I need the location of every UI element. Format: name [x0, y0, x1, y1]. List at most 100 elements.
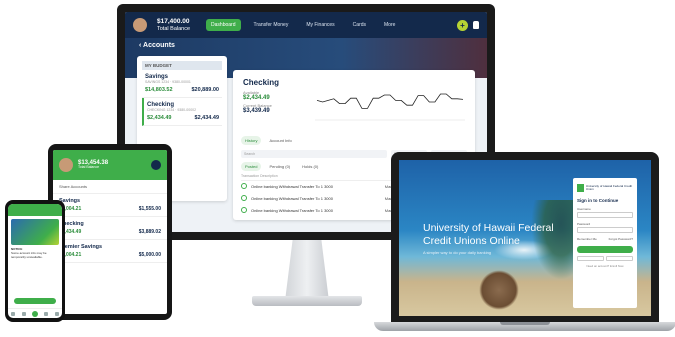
person-image — [479, 270, 519, 310]
secondary-button-left[interactable] — [577, 256, 604, 261]
list-item[interactable]: Premier Savings $5,004.21 $5,000.00 — [53, 240, 167, 263]
secondary-buttons — [577, 256, 633, 261]
username-label: Username — [577, 207, 591, 211]
col-description: Transaction Description — [241, 174, 278, 178]
balance-chart — [315, 93, 465, 121]
account-number: SAVINGS 1234 · 9380-00001 — [145, 80, 191, 84]
cards-icon[interactable] — [44, 311, 49, 316]
search-input[interactable]: Search — [241, 150, 387, 158]
nav-more[interactable]: More — [379, 19, 400, 31]
user-avatar[interactable] — [59, 158, 73, 172]
password-label: Password — [577, 222, 591, 226]
desktop-topbar: $17,400.00 Total Balance Dashboard Trans… — [125, 12, 487, 38]
login-form: University of Hawaii Federal Credit Unio… — [573, 178, 637, 308]
more-icon[interactable] — [54, 311, 59, 316]
account-name: Savings — [59, 198, 81, 204]
notice-text: Some account info may be temporarily una… — [11, 250, 47, 259]
transaction-icon — [241, 207, 247, 213]
debit-card-image[interactable] — [11, 219, 59, 245]
tab-account-info[interactable]: Account Info — [265, 136, 295, 145]
filter-posted[interactable]: Posted — [241, 162, 262, 171]
logo-mark-icon — [577, 184, 584, 192]
total-balance-amount: $17,400.00 — [157, 18, 190, 26]
remember-me-checkbox[interactable]: Remember Me — [577, 237, 597, 241]
account-current: $5,000.00 — [138, 252, 161, 258]
login-subline: A simpler way to do your daily banking — [423, 250, 492, 255]
transaction-icon — [241, 195, 247, 201]
list-item[interactable]: Savings $4,004.21 $1,555.00 — [53, 194, 167, 217]
transaction-desc: Online banking Withdrawal Transfer To 1 … — [251, 207, 333, 213]
account-name: Checking — [59, 221, 84, 227]
account-current: $2,434.49 — [194, 115, 219, 121]
checking-balances: Available $2,434.49 Current Balance $3,4… — [243, 90, 272, 116]
account-available: $2,434.49 — [147, 115, 172, 121]
account-checking[interactable]: Checking CHECKING 1234 · 9380-00002 $2,4… — [142, 98, 222, 126]
nav-dashboard[interactable]: Dashboard — [206, 19, 241, 31]
laptop-screen: University of Hawaii Federal Credit Unio… — [399, 160, 651, 316]
forgot-password-link[interactable]: Forgot Password? — [609, 237, 633, 241]
home-icon[interactable] — [11, 311, 16, 316]
password-field[interactable] — [577, 227, 633, 233]
nav-cards[interactable]: Cards — [348, 19, 371, 31]
detail-tabs: History Account Info — [241, 136, 296, 145]
checking-title: Checking — [243, 78, 280, 87]
login-options: Remember Me Forgot Password? — [577, 237, 633, 241]
main-nav: Dashboard Transfer Money My Finances Car… — [206, 19, 400, 31]
transaction-desc: Online banking Withdrawal Transfer To 1 … — [251, 183, 333, 189]
accounts-title: Accounts — [143, 42, 175, 49]
filter-row: Posted Pending (0) Holds (0) — [241, 162, 322, 171]
logo-text: University of Hawaii Federal Credit Unio… — [585, 183, 633, 191]
phone-screen: NOTICE Some account info may be temporar… — [8, 204, 62, 318]
credit-union-logo: University of Hawaii Federal Credit Unio… — [577, 182, 633, 194]
account-available: $14,803.52 — [145, 87, 173, 93]
phone-bottom-nav — [8, 308, 62, 318]
total-balance: $17,400.00 Total Balance — [157, 18, 190, 31]
account-current: $1,555.00 — [138, 206, 161, 212]
account-number: CHECKING 1234 · 9380-00002 — [147, 108, 197, 112]
account-current: $3,889.02 — [138, 229, 161, 235]
panel-title: MY BUDGET — [142, 61, 222, 70]
product-showcase: $17,400.00 Total Balance Dashboard Trans… — [0, 0, 675, 337]
share-accounts-heading: Share Accounts — [53, 180, 167, 194]
tablet-screen: $13,454.38 Total Balance Share Accounts … — [53, 150, 167, 314]
notice: NOTICE Some account info may be temporar… — [8, 247, 62, 260]
user-avatar[interactable] — [133, 18, 147, 32]
plus-icon[interactable] — [31, 310, 38, 317]
current-value: $3,439.49 — [243, 108, 270, 115]
list-item[interactable]: Checking $2,434.49 $3,889.02 — [53, 217, 167, 240]
transaction-icon — [241, 183, 247, 189]
available-value: $2,434.49 — [243, 95, 270, 102]
accounts-heading: ‹ Accounts — [139, 42, 175, 49]
tab-history[interactable]: History — [241, 136, 262, 145]
monitor-base — [252, 296, 362, 306]
bell-icon[interactable] — [473, 21, 479, 29]
monitor-stand — [285, 240, 329, 298]
transfer-icon[interactable] — [21, 311, 26, 316]
topbar-actions: + — [457, 19, 479, 31]
plus-icon[interactable] — [151, 160, 161, 170]
laptop-notch — [500, 322, 550, 325]
tablet-header: $13,454.38 Total Balance — [53, 150, 167, 180]
phone-header — [8, 204, 62, 216]
account-name: Premier Savings — [59, 244, 103, 250]
login-headline: University of Hawaii Federal Credit Unio… — [423, 222, 554, 247]
sign-in-button[interactable] — [577, 246, 633, 253]
phone-action-button[interactable] — [14, 298, 56, 304]
login-title: Sign in to Continue — [577, 198, 619, 203]
filter-pending[interactable]: Pending (0) — [265, 162, 294, 171]
transaction-desc: Online banking Withdrawal Transfer To 1 … — [251, 195, 333, 201]
nav-my-finances[interactable]: My Finances — [301, 19, 339, 31]
secondary-button-right[interactable] — [606, 256, 633, 261]
username-field[interactable] — [577, 212, 633, 218]
plus-icon[interactable]: + — [457, 19, 468, 31]
tablet: $13,454.38 Total Balance Share Accounts … — [48, 144, 172, 320]
nav-transfer-money[interactable]: Transfer Money — [249, 19, 294, 31]
account-savings[interactable]: Savings SAVINGS 1234 · 9380-00001 $14,80… — [142, 70, 222, 98]
tablet-total-balance: $13,454.38 Total Balance — [78, 160, 108, 170]
account-current: $20,889.00 — [191, 87, 219, 93]
enroll-link[interactable]: Need an account? Enroll Now — [577, 264, 633, 268]
phone: NOTICE Some account info may be temporar… — [5, 200, 65, 322]
tablet-balance-label: Total Balance — [78, 165, 100, 170]
total-balance-label: Total Balance — [157, 25, 191, 32]
filter-holds[interactable]: Holds (0) — [298, 162, 322, 171]
